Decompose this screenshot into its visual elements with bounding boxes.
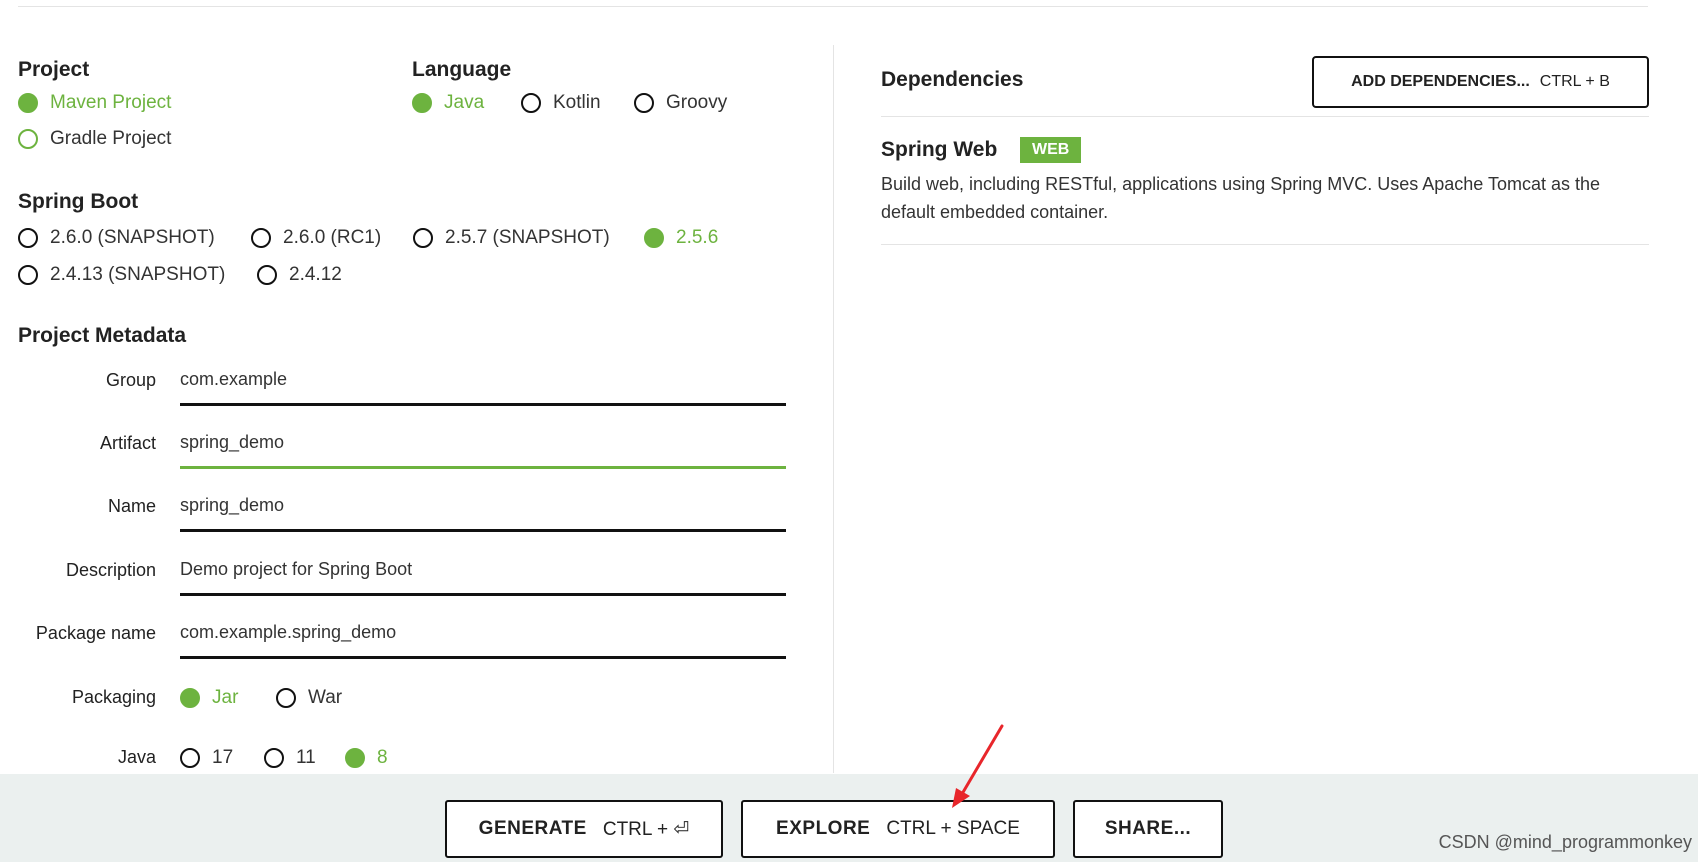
radio-label: 2.5.6 bbox=[676, 227, 719, 248]
share-label: SHARE... bbox=[1104, 818, 1192, 839]
packaging-label: Packaging bbox=[71, 687, 156, 707]
name-input[interactable] bbox=[180, 492, 786, 518]
radio-label: Kotlin bbox=[553, 92, 601, 113]
radio-maven-project[interactable]: Maven Project bbox=[18, 92, 171, 114]
radio-java[interactable]: Java bbox=[412, 92, 484, 114]
java-label: Java bbox=[117, 747, 156, 767]
radio-gradle-project[interactable]: Gradle Project bbox=[18, 128, 171, 150]
package-name-input[interactable] bbox=[180, 619, 786, 645]
radio-dot bbox=[413, 228, 433, 248]
radio-java-17[interactable]: 17 bbox=[180, 747, 233, 769]
radio-dot bbox=[644, 228, 664, 248]
name-label: Name bbox=[107, 496, 156, 516]
top-divider bbox=[18, 6, 1648, 7]
radio-label: 11 bbox=[296, 747, 316, 768]
radio-label: Groovy bbox=[666, 92, 728, 113]
dependencies-divider bbox=[881, 116, 1649, 117]
radio-dot bbox=[18, 93, 38, 113]
dependencies-title: Dependencies bbox=[881, 68, 1024, 91]
watermark-text: CSDN @mind_programmonkey bbox=[1438, 832, 1692, 852]
dependency-name: Spring Web bbox=[881, 138, 998, 161]
explore-label: EXPLORE bbox=[776, 818, 871, 839]
radio-label: 2.6.0 (RC1) bbox=[283, 227, 382, 248]
radio-label: War bbox=[308, 687, 343, 708]
radio-kotlin[interactable]: Kotlin bbox=[521, 92, 601, 114]
radio-boot-2-5-7-snapshot[interactable]: 2.5.7 (SNAPSHOT) bbox=[413, 227, 610, 249]
description-input[interactable] bbox=[180, 556, 786, 582]
radio-dot bbox=[264, 748, 284, 768]
generate-shortcut: CTRL + ⏎ bbox=[602, 818, 690, 840]
radio-boot-2-6-0-snapshot[interactable]: 2.6.0 (SNAPSHOT) bbox=[18, 227, 215, 249]
radio-label: Gradle Project bbox=[50, 128, 172, 149]
radio-dot bbox=[345, 748, 365, 768]
radio-label: Maven Project bbox=[50, 92, 172, 113]
description-field[interactable] bbox=[180, 552, 786, 596]
package-name-label: Package name bbox=[35, 623, 156, 643]
group-label: Group bbox=[105, 370, 156, 390]
radio-packaging-jar[interactable]: Jar bbox=[180, 687, 238, 709]
radio-dot bbox=[251, 228, 271, 248]
radio-dot bbox=[18, 265, 38, 285]
project-metadata-title: Project Metadata bbox=[18, 324, 187, 347]
radio-dot bbox=[18, 129, 38, 149]
add-dependencies-shortcut: CTRL + B bbox=[1539, 73, 1610, 90]
radio-label: 2.4.12 bbox=[289, 264, 342, 285]
explore-shortcut: CTRL + SPACE bbox=[886, 818, 1020, 839]
radio-boot-2-4-13-snapshot[interactable]: 2.4.13 (SNAPSHOT) bbox=[18, 264, 225, 286]
radio-dot bbox=[276, 688, 296, 708]
name-field[interactable] bbox=[180, 488, 786, 532]
radio-label: 2.5.7 (SNAPSHOT) bbox=[445, 227, 610, 248]
group-input[interactable] bbox=[180, 366, 786, 392]
radio-boot-2-6-0-rc1[interactable]: 2.6.0 (RC1) bbox=[251, 227, 381, 249]
radio-java-11[interactable]: 11 bbox=[264, 747, 316, 769]
radio-dot bbox=[18, 228, 38, 248]
radio-label: 8 bbox=[377, 747, 388, 768]
group-field[interactable] bbox=[180, 362, 786, 406]
radio-label: 2.6.0 (SNAPSHOT) bbox=[50, 227, 215, 248]
radio-groovy[interactable]: Groovy bbox=[634, 92, 727, 114]
generate-button[interactable]: GENERATE CTRL + ⏎ bbox=[445, 800, 723, 858]
dependency-divider bbox=[881, 244, 1649, 245]
radio-label: Jar bbox=[212, 687, 239, 708]
share-button[interactable]: SHARE... bbox=[1073, 800, 1223, 858]
radio-packaging-war[interactable]: War bbox=[276, 687, 342, 709]
red-arrow-annotation bbox=[952, 724, 1004, 808]
radio-label: Java bbox=[444, 92, 485, 113]
radio-dot bbox=[634, 93, 654, 113]
radio-boot-2-5-6[interactable]: 2.5.6 bbox=[644, 227, 718, 249]
project-title: Project bbox=[18, 58, 90, 81]
radio-dot bbox=[180, 688, 200, 708]
radio-java-8[interactable]: 8 bbox=[345, 747, 388, 769]
artifact-label: Artifact bbox=[99, 433, 156, 453]
package-name-field[interactable] bbox=[180, 615, 786, 659]
radio-dot bbox=[257, 265, 277, 285]
radio-dot bbox=[180, 748, 200, 768]
add-dependencies-label: ADD DEPENDENCIES... bbox=[1351, 73, 1530, 90]
dependency-badge: WEB bbox=[1020, 137, 1082, 163]
artifact-input[interactable] bbox=[180, 429, 786, 455]
description-label: Description bbox=[65, 560, 156, 580]
radio-boot-2-4-12[interactable]: 2.4.12 bbox=[257, 264, 342, 286]
radio-label: 17 bbox=[212, 747, 234, 768]
column-divider bbox=[833, 45, 834, 773]
radio-dot bbox=[412, 93, 432, 113]
radio-dot bbox=[521, 93, 541, 113]
radio-label: 2.4.13 (SNAPSHOT) bbox=[50, 264, 226, 285]
artifact-field[interactable] bbox=[180, 425, 786, 469]
dependency-description: Build web, including RESTful, applicatio… bbox=[881, 174, 1601, 222]
spring-boot-title: Spring Boot bbox=[18, 190, 139, 213]
language-title: Language bbox=[412, 58, 512, 81]
generate-label: GENERATE bbox=[478, 818, 587, 839]
add-dependencies-button[interactable]: ADD DEPENDENCIES... CTRL + B bbox=[1312, 56, 1649, 108]
